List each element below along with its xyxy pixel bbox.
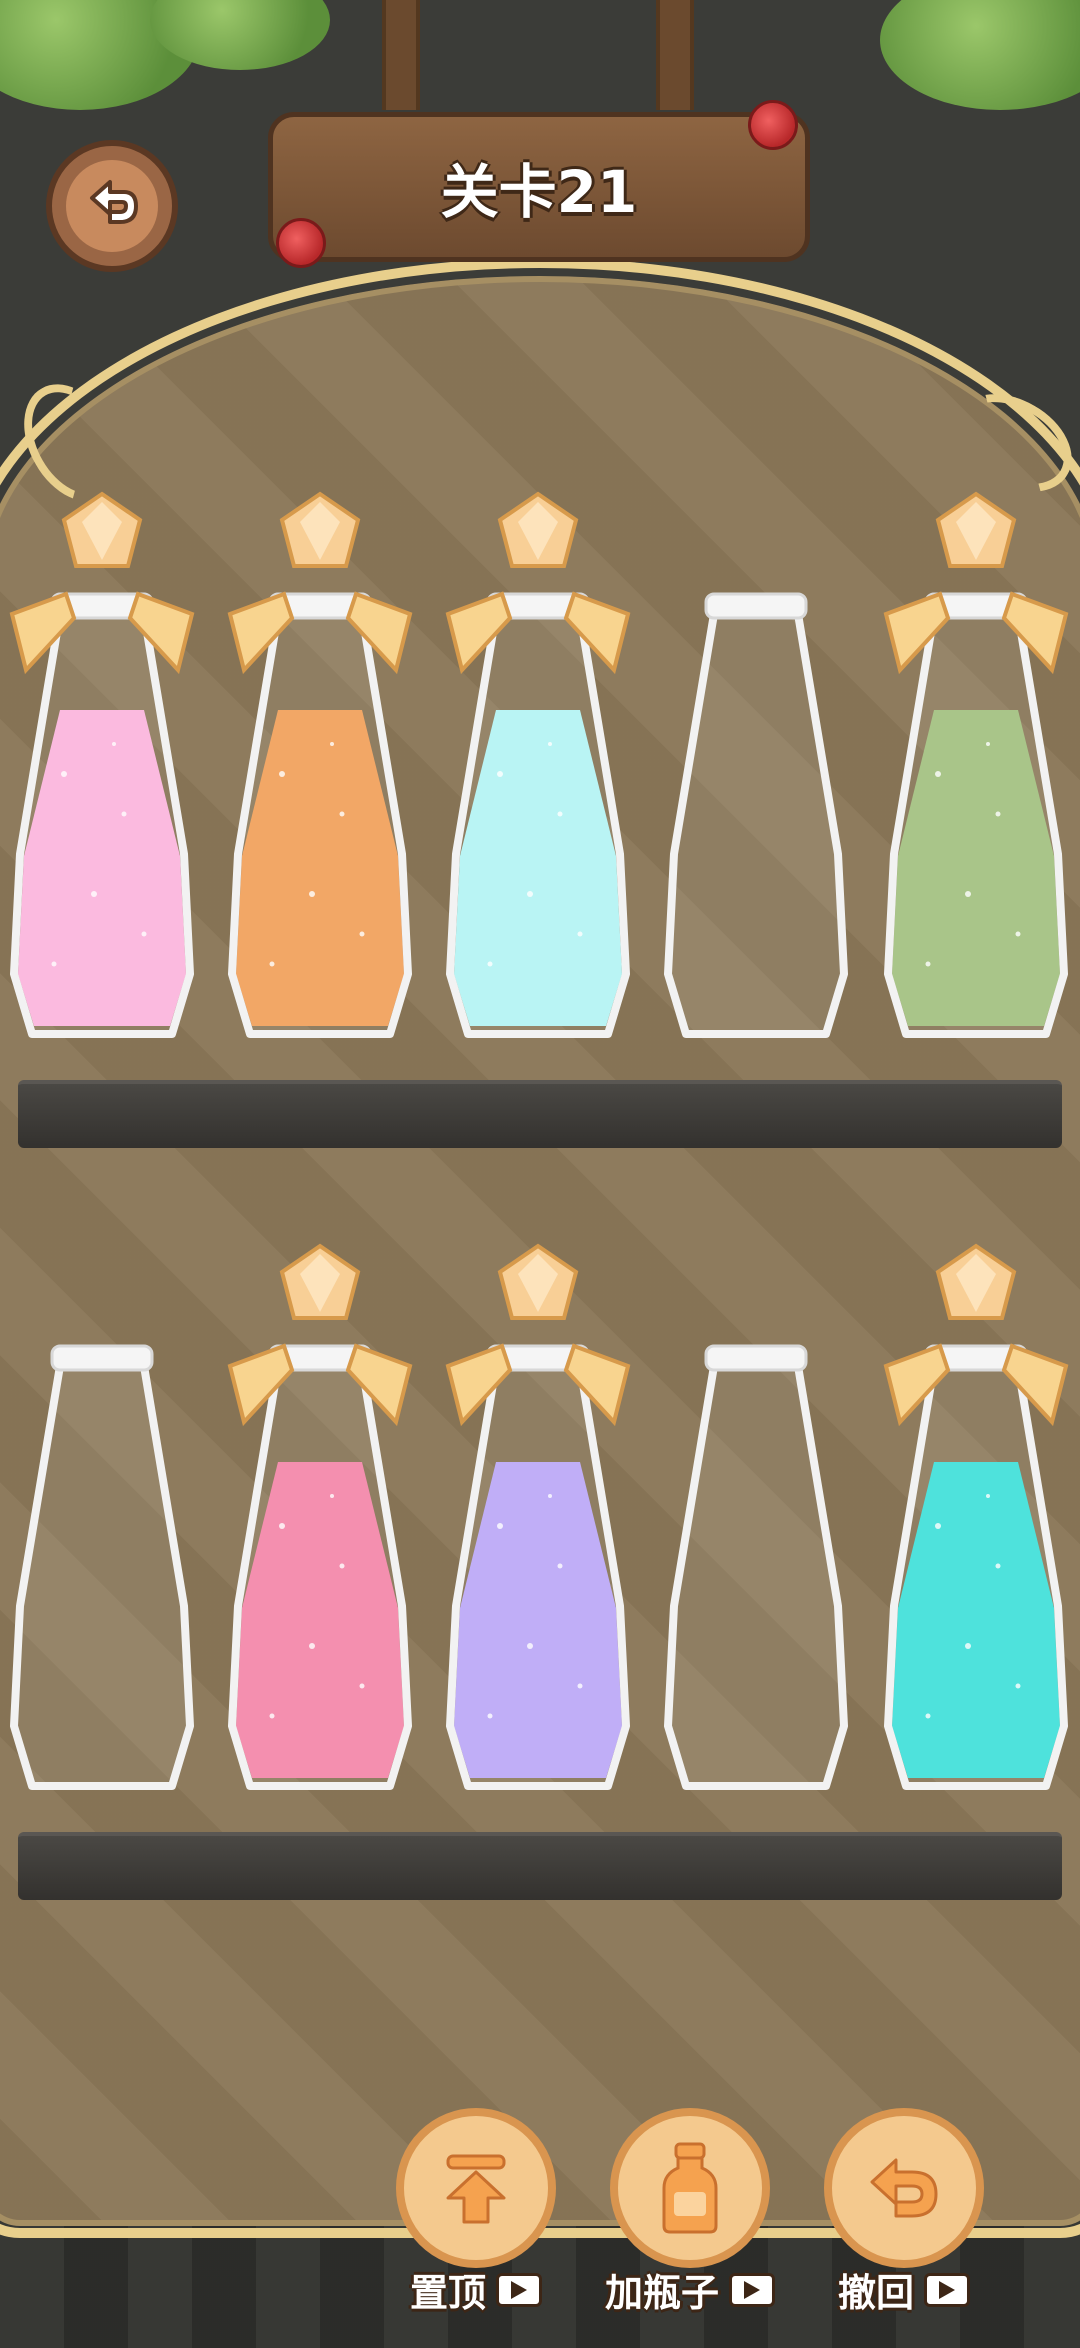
rose-decoration bbox=[748, 100, 798, 150]
bottle-icon bbox=[662, 2142, 718, 2234]
bottle-glass bbox=[446, 610, 630, 1038]
undo-label-row: 撤回 bbox=[837, 2262, 971, 2317]
bottle-glass bbox=[10, 1362, 194, 1790]
bottle[interactable] bbox=[440, 491, 636, 1038]
video-ad-icon bbox=[729, 2272, 776, 2307]
bottle[interactable] bbox=[222, 491, 418, 1038]
sign-post bbox=[382, 0, 420, 110]
crystal-stopper-icon bbox=[61, 491, 143, 568]
crystal-stopper-icon bbox=[935, 1243, 1017, 1320]
level-sign: 关卡21 bbox=[268, 112, 810, 262]
shelf bbox=[18, 1832, 1062, 1900]
add-bottle-label: 加瓶子 bbox=[604, 2271, 720, 2315]
shelf bbox=[18, 1080, 1062, 1148]
bottle-rim bbox=[50, 1344, 154, 1372]
back-arrow-icon bbox=[90, 180, 138, 224]
pin-top-label: 置顶 bbox=[409, 2271, 487, 2315]
crystal-stopper-icon bbox=[497, 1243, 579, 1320]
undo-button[interactable] bbox=[824, 2108, 984, 2268]
undo-tool[interactable]: 撤回 bbox=[822, 2108, 986, 2315]
crystal-stopper-icon bbox=[497, 491, 579, 568]
undo-arrow-icon bbox=[870, 2158, 938, 2218]
back-button-face bbox=[66, 160, 158, 252]
bottle-glass bbox=[228, 1362, 412, 1790]
bottle[interactable] bbox=[222, 1243, 418, 1790]
bottle[interactable] bbox=[4, 1246, 200, 1790]
bottle-glass bbox=[884, 1362, 1068, 1790]
bottle[interactable] bbox=[658, 494, 854, 1038]
pin-top-button[interactable] bbox=[396, 2108, 556, 2268]
add-bottle-button[interactable] bbox=[610, 2108, 770, 2268]
sign-post bbox=[656, 0, 694, 110]
bottle[interactable] bbox=[878, 1243, 1074, 1790]
bottle[interactable] bbox=[878, 491, 1074, 1038]
crystal-stopper-icon bbox=[279, 491, 361, 568]
bottle[interactable] bbox=[440, 1243, 636, 1790]
bottle-glass bbox=[10, 610, 194, 1038]
video-ad-icon bbox=[496, 2272, 543, 2307]
bottle-glass bbox=[664, 1362, 848, 1790]
level-title: 关卡21 bbox=[440, 158, 638, 226]
crystal-stopper-icon bbox=[279, 1243, 361, 1320]
undo-label: 撤回 bbox=[837, 2271, 915, 2315]
bottle[interactable] bbox=[4, 491, 200, 1038]
bottle-glass bbox=[228, 610, 412, 1038]
bottle-glass bbox=[884, 610, 1068, 1038]
add-bottle-label-row: 加瓶子 bbox=[604, 2262, 776, 2317]
pin-top-tool[interactable]: 置顶 bbox=[394, 2108, 558, 2315]
bottle-glass bbox=[664, 610, 848, 1038]
pin-top-label-row: 置顶 bbox=[409, 2262, 543, 2317]
crystal-stopper-icon bbox=[935, 491, 1017, 568]
bottle-glass bbox=[446, 1362, 630, 1790]
bottle-rim bbox=[704, 1344, 808, 1372]
video-ad-icon bbox=[924, 2272, 971, 2307]
bottle-rim bbox=[704, 592, 808, 620]
add-bottle-tool[interactable]: 加瓶子 bbox=[605, 2108, 776, 2315]
back-button[interactable] bbox=[46, 140, 178, 272]
bottle[interactable] bbox=[658, 1246, 854, 1790]
rose-decoration bbox=[276, 218, 326, 268]
arrow-to-top-icon bbox=[446, 2154, 506, 2224]
